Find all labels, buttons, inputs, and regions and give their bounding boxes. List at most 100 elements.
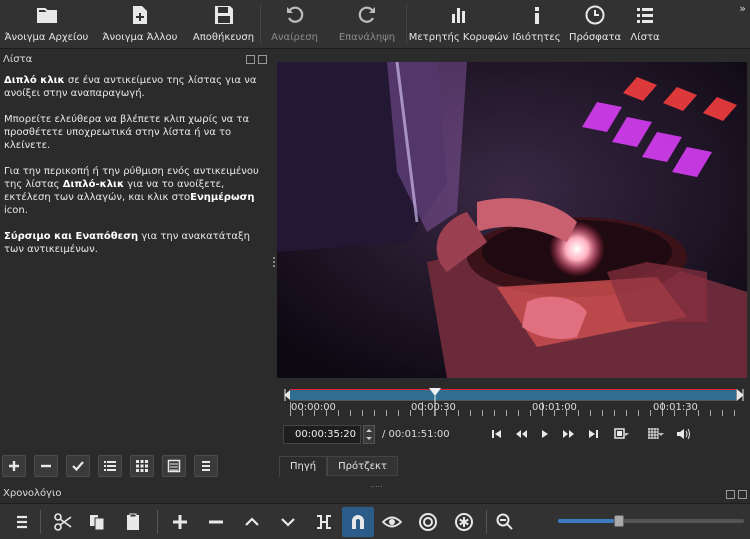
out-point-marker[interactable] xyxy=(736,388,744,402)
append-button[interactable] xyxy=(162,507,198,537)
tick-label: 00:01:00 xyxy=(532,402,577,413)
playlist-menu-button[interactable] xyxy=(194,455,218,477)
spinner-arrows-icon xyxy=(366,429,372,440)
asterisk-icon xyxy=(455,512,473,531)
tick-label: 00:00:30 xyxy=(411,402,456,413)
position-spinner[interactable] xyxy=(363,425,375,444)
overwrite-button[interactable] xyxy=(270,507,306,537)
help-text: icon. xyxy=(4,205,28,216)
zoom-out-button[interactable] xyxy=(491,507,519,537)
float-icon[interactable] xyxy=(726,490,735,499)
panel-splitter-handle[interactable] xyxy=(272,255,276,275)
close-icon[interactable] xyxy=(738,490,747,499)
scrub-while-dragging-button[interactable] xyxy=(374,507,410,537)
skip-to-start-icon[interactable] xyxy=(490,427,504,441)
timeline-menu-button[interactable] xyxy=(8,507,36,537)
playlist-panel-header: Λίστα xyxy=(0,53,272,68)
detail-view-button[interactable] xyxy=(98,455,122,477)
help-paragraph: Διπλό κλικ σε ένα αντικείμενο της λίστας… xyxy=(4,74,268,100)
help-bold: Διπλό κλικ xyxy=(4,75,65,86)
tab-source[interactable]: Πηγή xyxy=(279,456,328,477)
duration-label: / 00:01:51:00 xyxy=(382,429,450,440)
skip-to-end-icon[interactable] xyxy=(586,427,600,441)
properties-button[interactable]: Ιδιότητες xyxy=(510,0,563,49)
plus-icon xyxy=(9,461,19,471)
scrubber-ruler: 00:00:00 00:00:30 00:01:00 00:01:30 xyxy=(290,402,736,416)
playlist-panel: Λίστα Διπλό κλικ σε ένα αντικείμενο της … xyxy=(0,53,272,483)
grid-overlay-icon[interactable] xyxy=(642,427,666,441)
split-button[interactable] xyxy=(306,507,342,537)
rewind-icon[interactable] xyxy=(514,427,528,441)
copy-icon xyxy=(90,514,105,530)
recent-label: Πρόσφατα xyxy=(568,32,622,43)
check-icon xyxy=(72,461,84,472)
eye-icon xyxy=(382,516,402,527)
remove-button[interactable] xyxy=(34,455,58,477)
info-icon xyxy=(534,7,539,24)
add-button[interactable] xyxy=(2,455,26,477)
toolbar-overflow-button[interactable]: » xyxy=(739,2,746,15)
play-icon[interactable] xyxy=(538,427,552,441)
help-bold: Ενημέρωση xyxy=(190,192,255,203)
clock-icon xyxy=(585,5,605,25)
playlist-label: Λίστα xyxy=(630,32,660,43)
peak-meter-label: Μετρητής Κορυφών xyxy=(408,32,509,43)
save-label: Αποθήκευση xyxy=(192,32,255,43)
lift-button[interactable] xyxy=(234,507,270,537)
chevron-down-icon xyxy=(281,517,295,527)
player-tabs: Πηγή Πρότζεκτ xyxy=(279,456,398,477)
redo-icon xyxy=(358,6,375,23)
update-button[interactable] xyxy=(66,455,90,477)
target-icon xyxy=(419,512,437,531)
float-icon[interactable] xyxy=(246,55,255,64)
tick-label: 00:01:30 xyxy=(653,402,698,413)
save-icon xyxy=(214,6,233,24)
volume-icon[interactable] xyxy=(676,427,690,441)
properties-label: Ιδιότητες xyxy=(512,32,561,43)
ripple-all-tracks-button[interactable] xyxy=(446,507,482,537)
remove-button[interactable] xyxy=(198,507,234,537)
save-button[interactable]: Αποθήκευση xyxy=(187,0,260,49)
video-preview xyxy=(277,62,747,378)
close-icon[interactable] xyxy=(258,55,267,64)
scrubber[interactable]: 00:00:00 00:00:30 00:01:00 00:01:30 xyxy=(284,386,744,416)
recent-button[interactable]: Πρόσφατα xyxy=(563,0,627,49)
copy-button[interactable] xyxy=(81,507,113,537)
main-toolbar: Άνοιγμα Αρχείου Άνοιγμα Άλλου Αποθήκευση… xyxy=(0,0,750,49)
position-timecode[interactable]: 00:00:35:20 xyxy=(283,425,361,444)
peak-meter-button[interactable]: Μετρητής Κορυφών xyxy=(407,0,510,49)
chevron-up-icon xyxy=(245,516,259,526)
open-other-label: Άνοιγμα Άλλου xyxy=(102,32,178,43)
plus-icon xyxy=(173,514,187,529)
zoom-out-icon xyxy=(496,513,513,530)
tiles-view-button[interactable] xyxy=(162,455,186,477)
scrubber-bar[interactable] xyxy=(290,389,736,401)
open-other-button[interactable]: Άνοιγμα Άλλου xyxy=(93,0,187,49)
ripple-button[interactable] xyxy=(410,507,446,537)
redo-button[interactable]: Επανάληψη xyxy=(328,0,406,49)
undo-button[interactable]: Αναίρεση xyxy=(261,0,328,49)
fast-forward-icon[interactable] xyxy=(562,427,576,441)
list-icon xyxy=(637,8,653,23)
icon-view-button[interactable] xyxy=(130,455,154,477)
paste-button[interactable] xyxy=(113,507,153,537)
tab-project[interactable]: Πρότζεκτ xyxy=(327,456,398,476)
minus-icon xyxy=(209,520,223,523)
zoom-slider-handle[interactable] xyxy=(614,515,624,527)
open-file-button[interactable]: Άνοιγμα Αρχείου xyxy=(0,0,93,49)
file-add-icon xyxy=(133,6,147,24)
playlist-button[interactable]: Λίστα xyxy=(627,0,663,49)
cut-button[interactable] xyxy=(45,507,81,537)
magnet-icon xyxy=(352,514,364,529)
help-text: Μπορείτε ελεύθερα να βλέπετε κλιπ χωρίς … xyxy=(4,114,250,151)
toolbar-separator xyxy=(157,509,158,534)
help-bold: Διπλό-κλικ xyxy=(62,179,125,190)
zoom-slider[interactable] xyxy=(558,515,744,527)
scissors-icon xyxy=(54,512,72,531)
tiles-icon xyxy=(167,459,181,473)
snap-button[interactable] xyxy=(342,506,374,537)
transport-controls xyxy=(490,427,690,441)
zoom-frame-icon[interactable] xyxy=(610,427,632,441)
playlist-panel-title: Λίστα xyxy=(3,54,33,65)
clipboard-icon xyxy=(127,513,139,530)
